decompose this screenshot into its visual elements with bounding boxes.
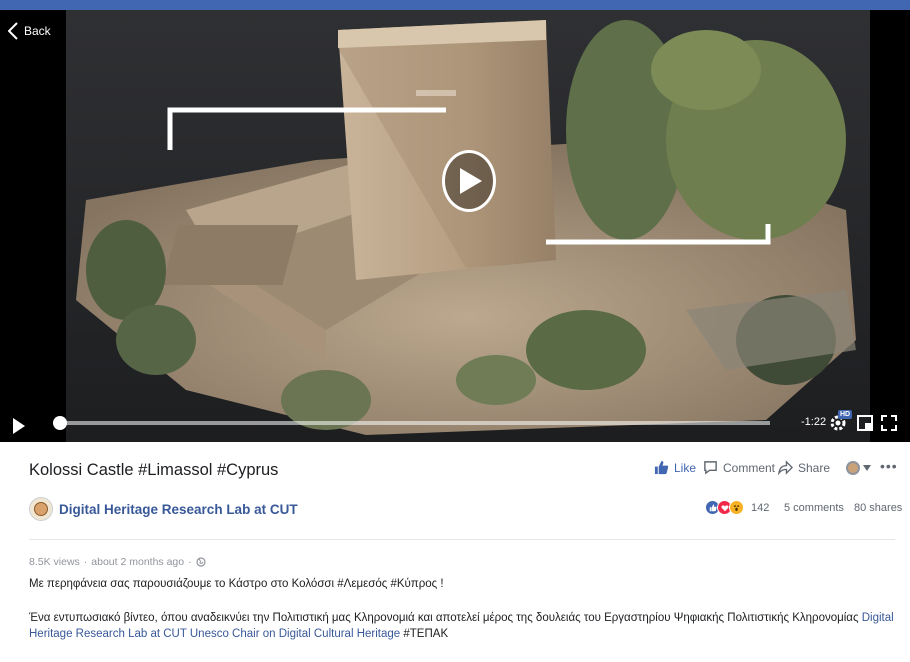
fullscreen-icon bbox=[881, 415, 897, 431]
picture-in-picture-button[interactable] bbox=[856, 414, 874, 432]
back-button[interactable]: Back bbox=[8, 22, 51, 40]
description-text: Ένα εντυπωσιακό βίντεο, όπου αναδεικνύει… bbox=[29, 612, 862, 624]
hashtag-tepak[interactable]: #ΤΕΠΑΚ bbox=[403, 628, 448, 640]
globe-icon bbox=[196, 557, 206, 567]
audience-selector[interactable] bbox=[846, 461, 871, 475]
like-label: Like bbox=[674, 460, 697, 475]
description-line-1: Με περηφάνεια σας παρουσιάζουμε το Κάστρ… bbox=[29, 578, 444, 590]
reactions-summary[interactable]: 142 bbox=[705, 500, 769, 515]
unesco-chair-link[interactable]: Unesco Chair on Digital Cultural Heritag… bbox=[190, 628, 400, 640]
profile-avatar-icon bbox=[846, 461, 860, 475]
back-label: Back bbox=[24, 24, 51, 38]
more-options-button[interactable]: ••• bbox=[880, 458, 898, 474]
meta-separator: · bbox=[188, 556, 192, 568]
video-frame-kolossi-castle[interactable] bbox=[66, 10, 870, 442]
picture-in-picture-icon bbox=[857, 415, 873, 431]
caret-down-icon bbox=[863, 465, 871, 471]
speech-bubble-icon bbox=[704, 461, 717, 475]
video-player[interactable]: Back -1:22 HD bbox=[0, 10, 910, 442]
progress-bar[interactable] bbox=[53, 416, 770, 430]
hd-badge: HD bbox=[838, 410, 853, 419]
page-logo-icon bbox=[34, 502, 48, 516]
description-paragraph-2: Ένα εντυπωσιακό βίντεο, όπου αναδεικνύει… bbox=[29, 610, 899, 642]
divider bbox=[29, 539, 895, 540]
page-attribution: Digital Heritage Research Lab at CUT bbox=[29, 497, 298, 521]
reactions-count: 142 bbox=[751, 501, 770, 514]
comment-label: Comment bbox=[723, 460, 776, 475]
thumbs-up-icon bbox=[654, 460, 669, 475]
comment-button[interactable]: Comment bbox=[703, 460, 775, 475]
shares-count-link[interactable]: 80 shares bbox=[854, 502, 902, 514]
share-button[interactable]: Share bbox=[778, 460, 830, 475]
comments-count-link[interactable]: 5 comments bbox=[784, 502, 844, 514]
play-button[interactable] bbox=[12, 417, 26, 435]
top-brand-bar bbox=[0, 0, 910, 10]
page-name-link[interactable]: Digital Heritage Research Lab at CUT bbox=[59, 502, 298, 517]
fullscreen-button[interactable] bbox=[880, 414, 898, 432]
page-avatar[interactable] bbox=[29, 497, 53, 521]
wow-reaction-icon bbox=[729, 500, 744, 515]
post-meta: 8.5K views · about 2 months ago · bbox=[29, 556, 206, 568]
play-overlay-button[interactable] bbox=[442, 150, 496, 212]
progress-scrubber[interactable] bbox=[53, 416, 67, 430]
view-count: 8.5K views bbox=[29, 556, 80, 568]
share-arrow-icon bbox=[778, 460, 793, 475]
chevron-left-icon bbox=[8, 22, 18, 40]
post-timestamp[interactable]: about 2 months ago bbox=[91, 556, 184, 568]
reaction-icons bbox=[705, 500, 744, 515]
video-controls: -1:22 HD bbox=[0, 410, 910, 442]
time-remaining: -1:22 bbox=[801, 416, 827, 428]
play-icon bbox=[460, 168, 482, 194]
like-button[interactable]: Like bbox=[654, 460, 696, 475]
meta-separator: · bbox=[83, 556, 88, 568]
share-label: Share bbox=[798, 460, 831, 475]
post-actions: Like Comment Share ••• bbox=[0, 458, 910, 480]
play-icon bbox=[13, 418, 25, 434]
